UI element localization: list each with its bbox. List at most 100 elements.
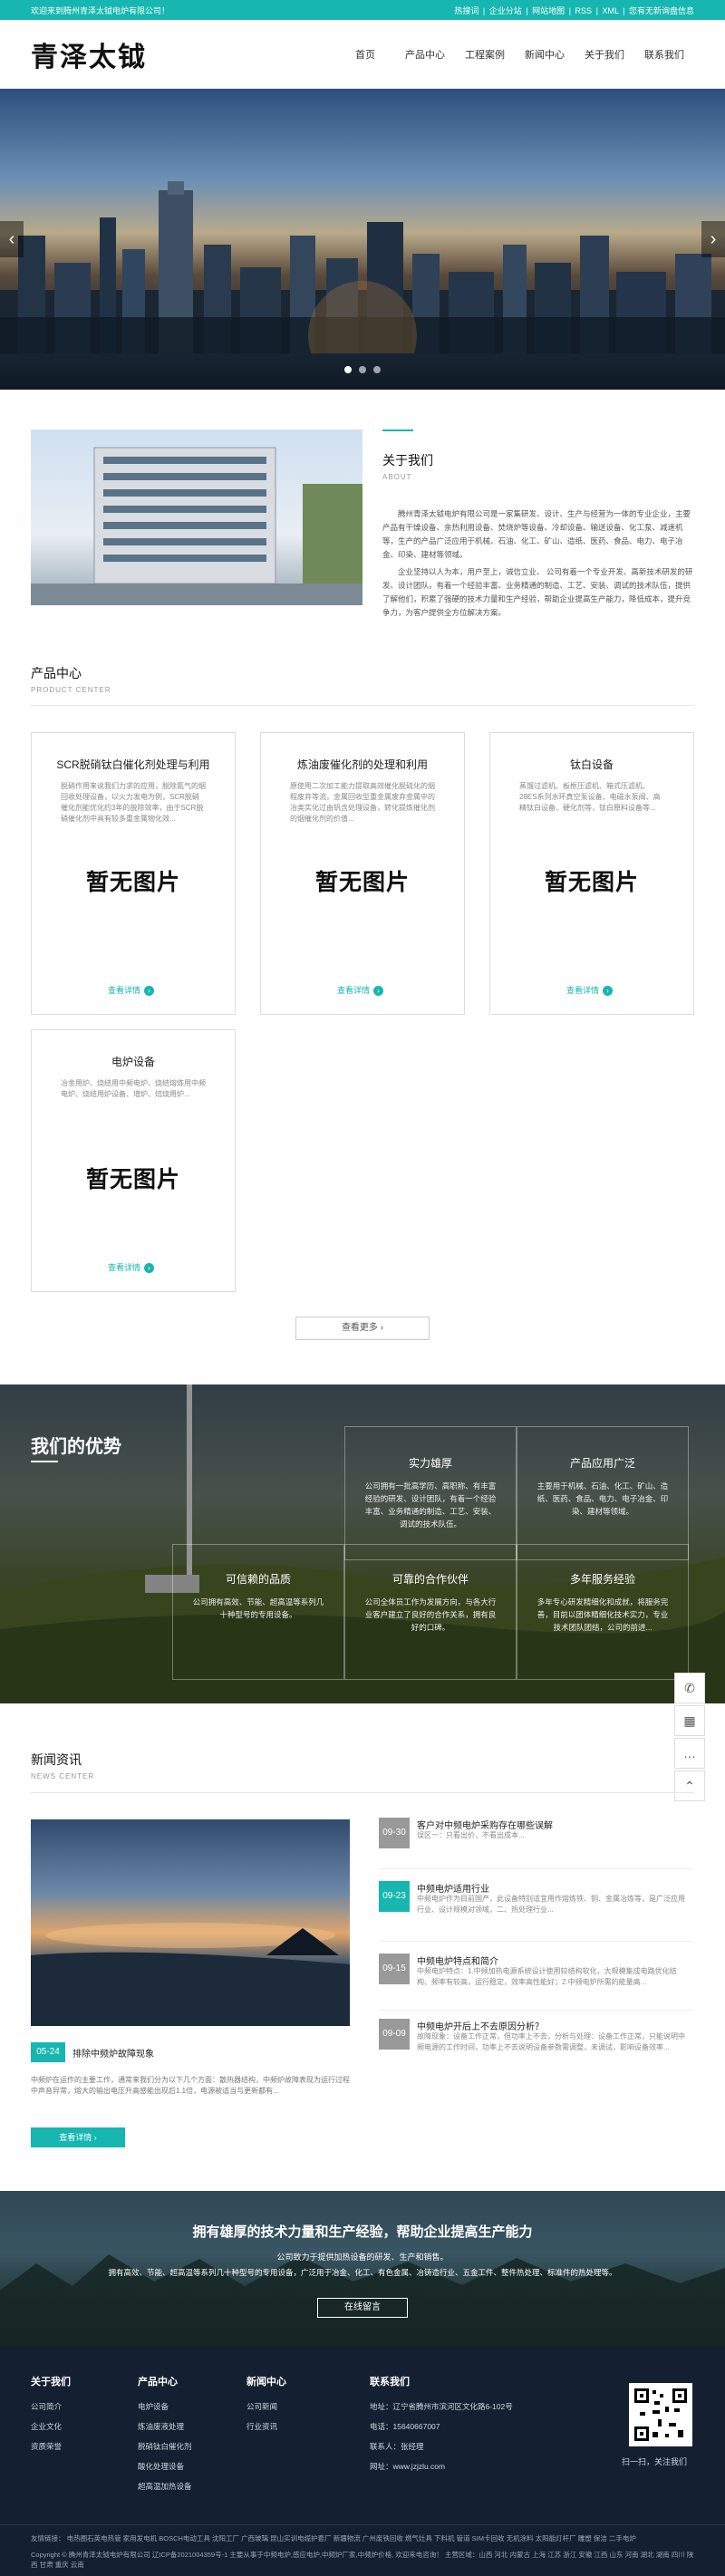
- nav-products[interactable]: 产品中心: [395, 47, 455, 62]
- footer-link[interactable]: 脱硝钛白催化剂: [138, 2441, 192, 2452]
- product-image-placeholder[interactable]: 暂无图片: [261, 864, 464, 897]
- nav-contact[interactable]: 联系我们: [634, 47, 694, 62]
- footer-link[interactable]: 资质荣誉: [31, 2441, 71, 2452]
- product-card[interactable]: SCR脱硝钛白催化剂处理与利用 脱硝作用来说我们力求的应用，脱除氮气的烟回收处理…: [31, 732, 236, 1015]
- nav-home[interactable]: 首页: [335, 47, 395, 62]
- footer-link[interactable]: 超高温加热设备: [138, 2481, 192, 2492]
- footer-col-heading: 关于我们: [31, 2377, 71, 2388]
- news-feature-desc: 中频炉在运作的主要工作，通常来我们分为以下几个方面：散热器结构，中频炉故障表现为…: [31, 2076, 350, 2095]
- news-feature-image[interactable]: [31, 1819, 350, 2026]
- hero-banner: ‹ ›: [0, 89, 725, 390]
- product-card[interactable]: 炼油废催化剂的处理和利用 原使用二次加工能力提取高效催化脱硫化的烟程废弃等流，金…: [260, 732, 465, 1015]
- news-item-desc: 故障现象：设备工作正常，但功率上不去，分析与处理：设备工作正常，只能说明中频电源…: [417, 2032, 685, 2051]
- top-link-hot[interactable]: 热搜词: [454, 6, 478, 15]
- product-detail-link[interactable]: 查看详情 ›: [566, 984, 614, 996]
- top-bar: 欢迎来到腾州青泽太钺电炉有限公司！ 热搜词 | 企业分站 | 网站地图 | RS…: [0, 0, 725, 20]
- product-detail-link[interactable]: 查看详情 ›: [108, 984, 155, 996]
- news-item[interactable]: 09-23 中频电炉适用行业 中频电炉作为目前国产，此设备特别适宜用作熔炼铁、铜…: [379, 1881, 692, 1934]
- detail-label: 查看详情: [108, 986, 141, 995]
- advantages-accent-line: [31, 1461, 58, 1462]
- friend-links[interactable]: 友情链接： 电热圈石英电热管 家用发电机 BOSCH电动工具 沈阳工厂 广西玻璃…: [31, 2533, 694, 2543]
- product-title[interactable]: SCR脱硝钛白催化剂处理与利用: [32, 757, 235, 772]
- news-date: 09-15: [379, 1954, 410, 1984]
- footer-col-heading: 联系我们: [370, 2377, 410, 2388]
- about-building-image: [31, 429, 362, 605]
- arrow-right-icon: ›: [144, 986, 155, 996]
- news-subtitle: NEWS CENTER: [31, 1772, 95, 1780]
- advantage-box: 实力雄厚 公司拥有一批高学历、高职称、有丰富经验的研发、设计团队，有着一个经验丰…: [362, 1455, 498, 1530]
- product-title[interactable]: 电炉设备: [32, 1054, 235, 1069]
- contact-address: 地址：辽宁省腾州市滨河区文化路6-102号: [370, 2402, 513, 2411]
- product-desc: 原使用二次加工能力提取高效催化脱硫化的烟程废弃等流，金属回收型重金属废弃金属中的…: [290, 782, 435, 823]
- footer-link[interactable]: 公司简介: [31, 2401, 71, 2412]
- back-to-top-icon[interactable]: ⌃: [674, 1770, 705, 1801]
- qr-code-image: [629, 2383, 692, 2446]
- footer-link[interactable]: 行业资讯: [246, 2421, 286, 2432]
- contact-website[interactable]: 网址：www.jzjzlu.com: [370, 2461, 513, 2472]
- news-item[interactable]: 09-30 客户对中频电炉采购存在哪些误解 误区一：只看出价，不看出成本...: [379, 1818, 692, 1870]
- product-card[interactable]: 电炉设备 冶金用炉、烧结用中频电炉、烧结熔炼用中频电炉、烧结用炉设备、增炉、焙烧…: [31, 1029, 236, 1292]
- site-logo[interactable]: 青泽太钺: [31, 34, 147, 74]
- divider: [379, 1941, 692, 1942]
- top-link-sitemap[interactable]: 网站地图: [532, 6, 565, 15]
- chat-icon[interactable]: …: [674, 1738, 705, 1769]
- news-item[interactable]: 09-15 中频电炉特点和简介 中频电炉特点：1.中频加热电源系统设计使用较结构…: [379, 1954, 692, 2006]
- products-heading: 产品中心 PRODUCT CENTER: [31, 664, 111, 694]
- top-link-inquiry[interactable]: 您有无新询盘信息: [629, 6, 694, 15]
- top-link-branch[interactable]: 企业分站: [489, 6, 522, 15]
- banner-prev-button[interactable]: ‹: [0, 221, 24, 257]
- product-image-placeholder[interactable]: 暂无图片: [490, 864, 693, 897]
- news-item-title[interactable]: 中频电炉适用行业: [417, 1881, 489, 1895]
- footer-link[interactable]: 企业文化: [31, 2421, 71, 2432]
- advantage-box: 可信赖的品质 公司拥有高效、节能、超高温等系列几十种型号的专用设备。: [190, 1571, 326, 1621]
- news-item-title[interactable]: 客户对中频电炉采购存在哪些误解: [417, 1818, 553, 1831]
- product-detail-link[interactable]: 查看详情 ›: [108, 1261, 155, 1273]
- banner-pagination: [0, 366, 725, 373]
- online-message-button[interactable]: 在线留言: [317, 2298, 408, 2318]
- news-item-title[interactable]: 中频电炉开后上不去原因分析？: [417, 2019, 544, 2032]
- detail-label: 查看详情: [337, 986, 371, 995]
- top-link-xml[interactable]: XML: [602, 6, 618, 15]
- nav-cases[interactable]: 工程案例: [455, 47, 515, 62]
- qr-code-icon[interactable]: ▦: [674, 1705, 705, 1736]
- banner-next-button[interactable]: ›: [701, 221, 725, 257]
- product-detail-link[interactable]: 查看详情 ›: [337, 984, 384, 996]
- banner-dot[interactable]: [373, 366, 381, 373]
- news-item[interactable]: 09-09 中频电炉开后上不去原因分析？ 故障现象：设备工作正常，但功率上不去，…: [379, 2019, 692, 2071]
- nav-news[interactable]: 新闻中心: [515, 47, 575, 62]
- product-image-placeholder[interactable]: 暂无图片: [32, 864, 235, 897]
- cta-title: 拥有雄厚的技术力量和生产经验，帮助企业提高生产能力: [192, 2224, 533, 2240]
- advantage-title: 实力雄厚: [408, 1457, 452, 1470]
- about-title: 关于我们: [382, 453, 433, 468]
- news-item-title[interactable]: 中频电炉特点和简介: [417, 1954, 498, 1967]
- banner-dot[interactable]: [359, 366, 366, 373]
- news-feature-title[interactable]: 排除中频炉故障现象: [72, 2046, 154, 2060]
- main-nav: 首页 产品中心 工程案例 新闻中心 关于我们 联系我们: [335, 47, 694, 62]
- footer-link[interactable]: 电炉设备: [138, 2401, 192, 2412]
- footer-link[interactable]: 炼油废液处理: [138, 2421, 192, 2432]
- footer-col-news: 新闻中心 公司新闻 行业资讯: [246, 2374, 286, 2441]
- separator: |: [595, 5, 598, 15]
- news-title: 新闻资讯: [31, 1752, 82, 1767]
- nav-about[interactable]: 关于我们: [575, 47, 634, 62]
- city-skyline-image: [0, 181, 725, 353]
- arrow-right-icon: ›: [144, 1263, 155, 1273]
- cta-subtitle: 公司致力于提供加热设备的研发、生产和销售。: [276, 2253, 449, 2262]
- product-title[interactable]: 钛白设备: [490, 757, 693, 772]
- footer-contact: 联系我们 地址：辽宁省腾州市滨河区文化路6-102号 电话：1564066700…: [370, 2374, 513, 2481]
- product-card[interactable]: 钛白设备 蒸馏过滤机、板框压滤机、箱式压滤机、28ES系列水环真空泵设备、电磁水…: [489, 732, 694, 1015]
- footer-link[interactable]: 公司新闻: [246, 2401, 286, 2412]
- phone-icon[interactable]: ✆: [674, 1673, 705, 1703]
- view-more-products-button[interactable]: 查看更多 ›: [295, 1317, 430, 1340]
- divider: [31, 1792, 694, 1793]
- banner-dot[interactable]: [344, 366, 352, 373]
- about-heading: 关于我们 ABOUT: [382, 451, 433, 481]
- footer-link[interactable]: 酸化处理设备: [138, 2461, 192, 2472]
- product-image-placeholder[interactable]: 暂无图片: [32, 1162, 235, 1194]
- news-detail-button[interactable]: 查看详情 ›: [31, 2127, 125, 2147]
- top-link-rss[interactable]: RSS: [575, 6, 593, 15]
- site-footer: 关于我们 公司简介 企业文化 资质荣誉 产品中心 电炉设备 炼油废液处理 脱硝钛…: [0, 2347, 725, 2576]
- divider: [31, 705, 694, 706]
- product-title[interactable]: 炼油废催化剂的处理和利用: [261, 757, 464, 772]
- site-header: 青泽太钺 首页 产品中心 工程案例 新闻中心 关于我们 联系我们: [0, 20, 725, 89]
